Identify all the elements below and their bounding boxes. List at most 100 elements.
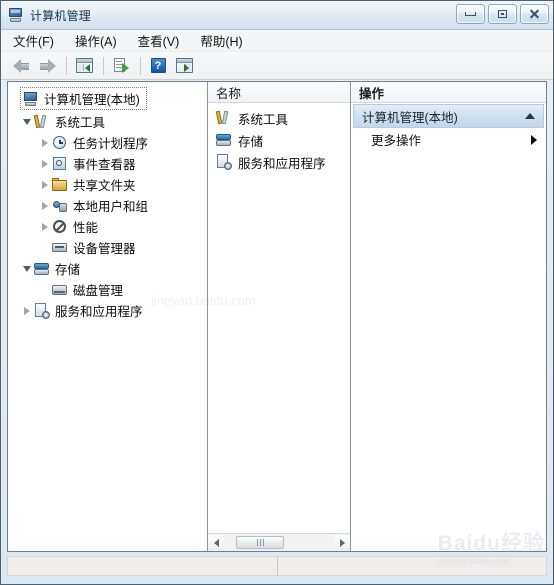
scroll-left-icon <box>213 538 219 547</box>
close-icon <box>529 9 540 20</box>
tree-node-label: 性能 <box>73 221 99 235</box>
twisty-collapsed[interactable] <box>38 175 52 196</box>
list-item-label: 服务和应用程序 <box>238 156 326 171</box>
menu-file[interactable]: 文件(F) <box>13 29 63 52</box>
actions-pane-header: 操作 <box>351 82 546 103</box>
chevron-right-icon <box>531 134 537 145</box>
show-console-tree-button[interactable] <box>72 55 96 77</box>
tree-node-task-scheduler[interactable]: 任务计划程序 <box>14 133 207 154</box>
toolbar-separator-1 <box>66 56 67 75</box>
chevron-right-icon <box>42 139 48 147</box>
tree-node-system-tools[interactable]: 系统工具 <box>14 112 207 133</box>
console-tree-pane-icon <box>75 58 93 73</box>
scroll-left-button[interactable] <box>208 535 224 550</box>
action-item-more-actions[interactable]: 更多操作 <box>351 128 546 151</box>
tree-node-event-viewer[interactable]: 事件查看器 <box>14 154 207 175</box>
list-rows: 系统工具 存储 服务和应用程序 <box>208 103 350 173</box>
tree-node-local-users-groups[interactable]: 本地用户和组 <box>14 196 207 217</box>
tree-node-label: 系统工具 <box>55 116 106 130</box>
window-title: 计算机管理 <box>30 8 92 23</box>
status-cell-right <box>278 557 547 575</box>
chevron-down-icon <box>23 119 31 125</box>
tree-node-computer-management[interactable]: 计算机管理(本地) <box>20 87 147 110</box>
list-item[interactable]: 存储 <box>208 129 350 151</box>
tree-node-storage[interactable]: 存储 <box>14 259 207 280</box>
twisty-collapsed[interactable] <box>38 196 52 217</box>
tree-node-label: 本地用户和组 <box>73 200 149 214</box>
local-users-icon <box>52 198 68 214</box>
tree-node-label: 共享文件夹 <box>73 179 136 193</box>
shared-folder-icon <box>52 177 68 193</box>
forward-arrow-icon <box>38 58 57 73</box>
clock-icon <box>52 135 68 151</box>
actions-group-header[interactable]: 计算机管理(本地) <box>353 104 544 128</box>
computer-management-window: 计算机管理 文件(F) 操作(A) 查看(V) 帮助(H) ? 计算机管理(本地… <box>0 0 554 585</box>
tree-node-disk-management[interactable]: 磁盘管理 <box>14 280 207 301</box>
twisty-collapsed[interactable] <box>38 133 52 154</box>
question-mark-icon: ? <box>150 58 166 73</box>
chevron-right-icon <box>42 223 48 231</box>
twisty-expanded[interactable] <box>20 259 34 280</box>
menu-view[interactable]: 查看(V) <box>138 29 189 52</box>
tools-icon <box>215 110 232 126</box>
close-button[interactable] <box>520 4 549 24</box>
scroll-right-icon <box>339 538 345 547</box>
disk-management-icon <box>52 282 68 298</box>
export-list-icon <box>113 57 129 74</box>
chevron-right-icon <box>24 307 30 315</box>
maximize-button[interactable] <box>488 4 517 24</box>
twisty-collapsed[interactable] <box>38 217 52 238</box>
list-item-label: 存储 <box>238 134 264 149</box>
services-icon <box>216 154 232 170</box>
chevron-down-icon <box>23 266 31 272</box>
twisty-collapsed[interactable] <box>20 301 34 322</box>
tree-node-performance[interactable]: 性能 <box>14 217 207 238</box>
toolbar-separator-2 <box>103 56 104 75</box>
console-tree: 计算机管理(本地) 系统工具 任务计划程序 事件查看器 共享文件夹 本地用户和组… <box>8 82 207 322</box>
storage-icon <box>216 132 232 148</box>
tree-node-shared-folders[interactable]: 共享文件夹 <box>14 175 207 196</box>
tree-node-label: 服务和应用程序 <box>55 305 143 319</box>
status-bar <box>7 556 547 576</box>
minimize-icon <box>465 12 476 16</box>
forward-button[interactable] <box>35 55 59 77</box>
chevron-right-icon <box>42 181 48 189</box>
actions-group-title: 计算机管理(本地) <box>362 110 458 125</box>
list-column-header-name[interactable]: 名称 <box>208 82 350 103</box>
tree-node-label: 任务计划程序 <box>73 137 149 151</box>
services-icon <box>34 303 50 319</box>
help-button[interactable]: ? <box>146 55 170 77</box>
list-item[interactable]: 服务和应用程序 <box>208 151 350 173</box>
tree-node-label: 计算机管理(本地) <box>44 92 140 107</box>
list-pane: 名称 系统工具 存储 服务和应用程序 <box>208 82 351 551</box>
menu-action[interactable]: 操作(A) <box>75 29 126 52</box>
console-tree-pane: 计算机管理(本地) 系统工具 任务计划程序 事件查看器 共享文件夹 本地用户和组… <box>8 82 208 551</box>
actions-pane: 操作 计算机管理(本地) 更多操作 <box>351 82 546 551</box>
chevron-up-icon[interactable] <box>525 113 535 119</box>
scroll-right-button[interactable] <box>334 535 350 550</box>
tree-node-device-manager[interactable]: 设备管理器 <box>14 238 207 259</box>
list-item[interactable]: 系统工具 <box>208 107 350 129</box>
maximize-icon <box>498 10 507 18</box>
computer-icon <box>23 91 39 107</box>
minimize-button[interactable] <box>456 4 485 24</box>
tree-node-label: 设备管理器 <box>73 242 136 256</box>
tools-icon <box>33 114 50 130</box>
twisty-none <box>38 280 52 301</box>
horizontal-scrollbar[interactable] <box>208 533 350 551</box>
twisty-expanded[interactable] <box>20 112 34 133</box>
scrollbar-thumb[interactable] <box>236 536 284 549</box>
back-button[interactable] <box>9 55 33 77</box>
chevron-right-icon <box>42 160 48 168</box>
back-arrow-icon <box>12 58 31 73</box>
action-pane-icon <box>175 58 193 73</box>
menu-help[interactable]: 帮助(H) <box>200 29 251 52</box>
export-list-button[interactable] <box>109 55 133 77</box>
tree-node-services-applications[interactable]: 服务和应用程序 <box>14 301 207 322</box>
scrollbar-track[interactable] <box>224 535 334 550</box>
performance-icon <box>52 219 68 235</box>
twisty-collapsed[interactable] <box>38 154 52 175</box>
tree-node-label: 磁盘管理 <box>73 284 124 298</box>
toolbar: ? <box>1 52 553 80</box>
show-action-pane-button[interactable] <box>172 55 196 77</box>
